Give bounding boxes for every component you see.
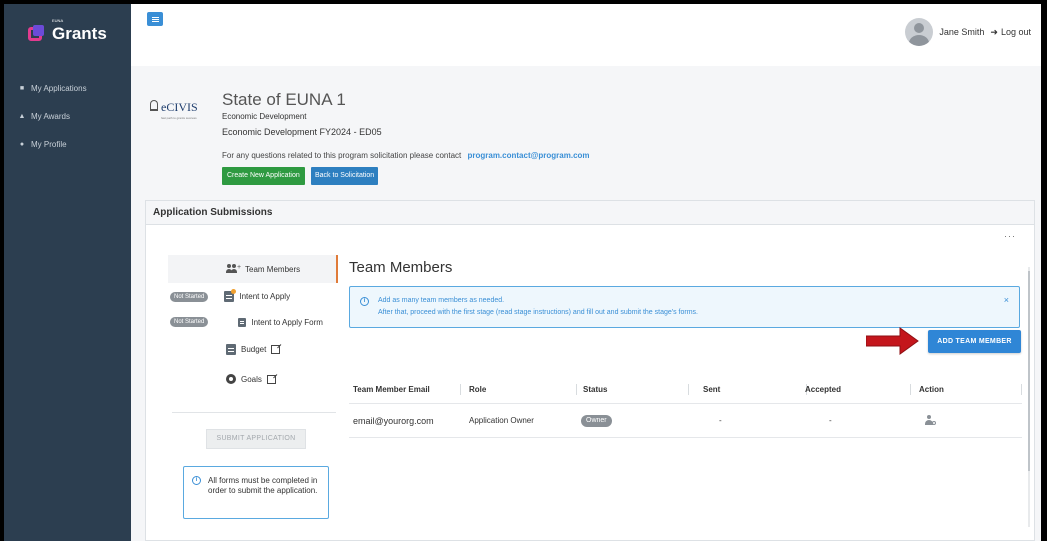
table-row: email@yourorg.com Application Owner Owne… [349, 404, 1022, 438]
manage-member-icon[interactable] [925, 414, 937, 427]
info-icon: i [192, 476, 201, 485]
grants-logo[interactable]: EUNA Grants [28, 18, 107, 44]
stage-label: Budget [241, 345, 267, 354]
department-name: Economic Development [222, 112, 307, 121]
team-members-icon: + [226, 264, 241, 274]
table-header-row: Team Member Email Role Status Sent Accep… [349, 375, 1022, 404]
stage-label: Intent to Apply Form [251, 317, 323, 327]
back-to-solicitation-button[interactable]: Back to Solicitation [311, 167, 379, 185]
app-window: EUNA Grants ■ My Applications ▲ My Award… [4, 4, 1041, 541]
more-options-icon[interactable]: ··· [1004, 231, 1016, 241]
status-badge: Owner [581, 414, 612, 427]
contact-email-link[interactable]: program.contact@program.com [467, 151, 589, 160]
external-link-icon [271, 345, 281, 354]
close-icon[interactable]: × [1004, 295, 1009, 305]
logout-link[interactable]: ➜ Log out [990, 27, 1031, 38]
ecivis-logo: eCIVIS fast path to grants success [149, 98, 198, 120]
stage-budget[interactable]: Budget [226, 344, 281, 355]
external-link-icon [266, 374, 276, 384]
member-sent: - [719, 416, 722, 425]
pointer-arrow-icon [866, 327, 919, 355]
ecivis-logo-text: eCIVIS [161, 100, 198, 114]
contact-text: For any questions related to this progra… [222, 151, 462, 160]
trophy-icon: ▲ [18, 112, 26, 120]
logout-icon: ➜ [990, 26, 998, 37]
submit-application-button[interactable]: SUBMIT APPLICATION [206, 429, 306, 449]
member-role: Application Owner [469, 416, 534, 425]
forms-required-notice: i All forms must be completed in order t… [183, 466, 329, 519]
menu-toggle-button[interactable] [147, 12, 163, 26]
application-submissions-panel: Application Submissions ··· + Team Membe… [145, 200, 1035, 541]
sidebar: EUNA Grants ■ My Applications ▲ My Award… [4, 4, 131, 541]
ecivis-logo-tagline: fast path to grants success [161, 116, 197, 120]
stage-label: Team Members [245, 264, 301, 274]
goals-icon [226, 374, 236, 384]
member-action [925, 404, 937, 438]
page-title: State of EUNA 1 [222, 90, 346, 109]
user-menu: Jane Smith ➜ Log out [905, 18, 1031, 46]
panel-title: Application Submissions [146, 201, 1034, 225]
panel-body: ··· + Team Members Not Started Intent to… [146, 225, 1034, 541]
create-new-application-button[interactable]: Create New Application [222, 167, 305, 185]
sidebar-item-label: My Applications [31, 83, 87, 93]
column-header[interactable]: Action [919, 375, 1022, 404]
column-header[interactable]: Team Member Email [349, 375, 461, 404]
home-icon: ■ [19, 84, 25, 92]
sidebar-item-label: My Profile [31, 139, 67, 149]
sidebar-item-my-profile[interactable]: ● My Profile [4, 130, 131, 158]
add-team-member-button[interactable]: ADD TEAM MEMBER [928, 330, 1021, 353]
info-icon: i [360, 297, 369, 306]
member-accepted: - [829, 416, 832, 425]
contact-line: For any questions related to this progra… [222, 151, 590, 160]
column-header[interactable]: Accepted [805, 375, 911, 404]
status-badge: Not Started [170, 317, 209, 327]
hamburger-icon [151, 16, 159, 22]
sidebar-nav: ■ My Applications ▲ My Awards ● My Profi… [4, 74, 131, 158]
column-header[interactable]: Role [469, 375, 577, 404]
capitol-icon [149, 98, 159, 112]
team-members-table: Team Member Email Role Status Sent Accep… [349, 375, 1022, 438]
logout-label: Log out [1000, 27, 1031, 37]
alert-line-1: Add as many team members as needed. [378, 297, 505, 304]
divider [172, 412, 336, 413]
member-email: email@yourorg.com [353, 416, 434, 426]
top-bar: Jane Smith ➜ Log out [131, 4, 1041, 66]
status-badge: Not Started [170, 291, 209, 302]
stage-intent-to-apply-form[interactable]: Not Started Intent to Apply Form [170, 317, 323, 327]
stage-intent-to-apply[interactable]: Not Started Intent to Apply [170, 289, 291, 302]
document-icon [224, 289, 237, 302]
column-header[interactable]: Sent [703, 375, 807, 404]
user-name[interactable]: Jane Smith [939, 27, 984, 37]
info-alert: i Add as many team members as needed. Af… [349, 286, 1020, 328]
section-title: Team Members [349, 259, 453, 276]
stage-team-members[interactable]: + Team Members [226, 264, 300, 274]
column-header[interactable]: Status [583, 375, 689, 404]
logo-name: Grants [52, 24, 107, 43]
notice-text: All forms must be completed in order to … [208, 476, 318, 495]
stage-goals[interactable]: Goals [226, 374, 276, 384]
avatar[interactable] [905, 18, 934, 46]
alert-line-2: After that, proceed with the first stage… [378, 309, 698, 316]
logo-small-text: EUNA [52, 18, 64, 23]
form-icon [238, 317, 247, 327]
sidebar-item-label: My Awards [31, 111, 70, 121]
scrollbar[interactable] [1028, 267, 1030, 527]
budget-icon [226, 344, 236, 355]
stage-label: Goals [241, 374, 262, 384]
logo-mark-icon [28, 25, 46, 43]
member-status: Owner [581, 404, 612, 438]
program-name: Economic Development FY2024 - ED05 [222, 127, 382, 137]
sidebar-item-my-awards[interactable]: ▲ My Awards [4, 102, 131, 130]
user-icon: ● [19, 140, 25, 148]
sidebar-item-my-applications[interactable]: ■ My Applications [4, 74, 131, 102]
stage-label: Intent to Apply [239, 292, 291, 301]
